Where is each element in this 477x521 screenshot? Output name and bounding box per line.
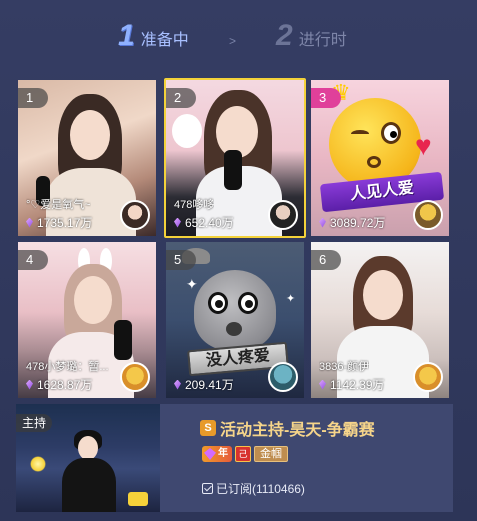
- sparkle-icon: ✦: [186, 276, 198, 292]
- host-badges: 年 己 金帼: [202, 446, 288, 462]
- gem-icon: [26, 379, 33, 390]
- step-in-progress[interactable]: 2 进行时: [276, 18, 347, 54]
- popularity: 652.40万: [174, 214, 234, 231]
- rank-badge: 3: [311, 88, 341, 108]
- popularity: 209.41万: [174, 376, 234, 393]
- rank-badge: 1: [18, 88, 48, 108]
- avatar[interactable]: [268, 362, 298, 392]
- host-panel[interactable]: 主持 S 活动主持-昊天-争霸赛 年 己 金帼 已订阅(1110466): [16, 404, 453, 512]
- host-title[interactable]: S 活动主持-昊天-争霸赛: [200, 416, 375, 440]
- popularity-value: 652.40万: [185, 216, 234, 230]
- popularity-value: 3089.72万: [330, 216, 386, 230]
- popularity: 1142.39万: [319, 376, 385, 393]
- gem-icon: [174, 379, 181, 390]
- anchor-card[interactable]: 4 478小梦璐：暂... 1628.87万: [16, 240, 158, 400]
- rank-badge: 5: [166, 250, 196, 270]
- avatar[interactable]: [413, 200, 443, 230]
- ghost-sticker: [194, 270, 276, 350]
- gem-icon: [319, 217, 326, 228]
- avatar[interactable]: [120, 200, 150, 230]
- popularity-value: 209.41万: [185, 378, 234, 392]
- gem-icon: [319, 379, 326, 390]
- fan-badge: 金帼: [254, 446, 288, 462]
- stage-light: [30, 456, 46, 472]
- anchor-name: 478哆哆: [174, 199, 215, 211]
- popularity-value: 1735.17万: [37, 216, 93, 230]
- box-badge: 己: [235, 446, 251, 462]
- diamond-icon: [204, 448, 216, 460]
- host-tag: 主持: [16, 414, 53, 432]
- step-label: 准备中: [140, 32, 189, 49]
- popularity-value: 1628.87万: [37, 378, 93, 392]
- step-separator-icon: >: [229, 34, 237, 48]
- gem-icon: [26, 217, 33, 228]
- popularity: 3089.72万: [319, 214, 385, 231]
- popularity: 1735.17万: [26, 214, 92, 231]
- rank-badge: 6: [311, 250, 341, 270]
- popularity: 1628.87万: [26, 376, 92, 393]
- checkbox-icon: [202, 483, 213, 494]
- anchor-name: °♡爱是氧气~: [26, 199, 91, 211]
- rank-badge: 2: [166, 88, 196, 108]
- anchor-card[interactable]: ✦ ✦ 没人疼爱 5 209.41万: [164, 240, 306, 400]
- popularity-value: 1142.39万: [330, 378, 385, 392]
- anchor-card[interactable]: 6 3836-颜伊 1142.39万: [309, 240, 451, 400]
- heart-icon: ♥: [415, 130, 432, 161]
- step-indicator: 1 准备中 > 2 进行时: [0, 18, 477, 58]
- rank-badge: 4: [18, 250, 48, 270]
- anchor-name: 478小梦璐：暂...: [26, 361, 109, 373]
- host-thumbnail[interactable]: 主持: [16, 404, 160, 512]
- avatar[interactable]: [268, 200, 298, 230]
- avatar[interactable]: [120, 362, 150, 392]
- s-icon: S: [200, 420, 216, 436]
- year-badge: 年: [202, 446, 232, 462]
- step-number: 2: [276, 19, 293, 52]
- anchor-card[interactable]: 2 478哆哆 652.40万: [164, 78, 306, 238]
- subscribe-status[interactable]: 已订阅(1110466): [202, 480, 305, 497]
- host-title-text: 活动主持-昊天-争霸赛: [220, 422, 375, 439]
- step-number: 1: [118, 19, 135, 52]
- gem-icon: [174, 217, 181, 228]
- step-preparing[interactable]: 1 准备中: [118, 18, 189, 54]
- avatar[interactable]: [413, 362, 443, 392]
- step-label: 进行时: [298, 32, 347, 49]
- anchor-card[interactable]: ♛ ♥ 人见人爱 3 3089.72万: [309, 78, 451, 238]
- anchor-name: 3836-颜伊: [319, 361, 370, 373]
- anchor-card[interactable]: 1 °♡爱是氧气~ 1735.17万: [16, 78, 158, 238]
- subscribe-text: 已订阅(1110466): [216, 482, 305, 496]
- sparkle-icon: ✦: [286, 293, 296, 305]
